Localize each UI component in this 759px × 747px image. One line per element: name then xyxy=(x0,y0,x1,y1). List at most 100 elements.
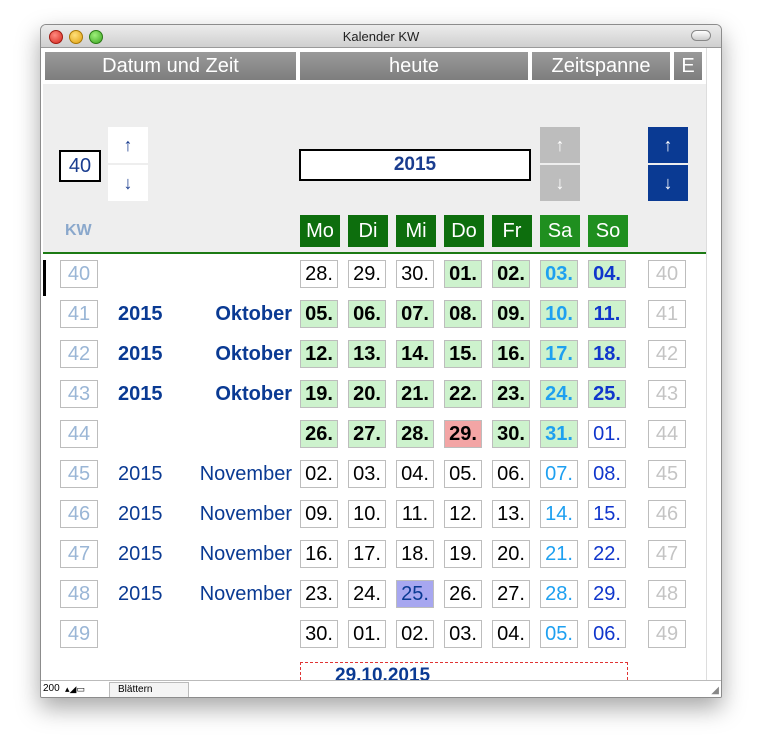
day-cell[interactable]: 12. xyxy=(300,340,338,368)
kw-input[interactable]: 40 xyxy=(59,150,101,182)
day-cell[interactable]: 14. xyxy=(396,340,434,368)
day-cell[interactable]: 23. xyxy=(492,380,530,408)
day-cell[interactable]: 29. xyxy=(588,580,626,608)
day-cell[interactable]: 02. xyxy=(396,620,434,648)
day-cell[interactable]: 29. xyxy=(444,420,482,448)
day-cell[interactable]: 07. xyxy=(540,460,578,488)
day-cell[interactable]: 03. xyxy=(348,460,386,488)
day-cell[interactable]: 22. xyxy=(444,380,482,408)
day-cell[interactable]: 28. xyxy=(540,580,578,608)
toolbar-toggle-button[interactable] xyxy=(691,30,711,41)
day-cell[interactable]: 06. xyxy=(348,300,386,328)
tab-heute[interactable]: heute xyxy=(300,52,528,80)
kw-number-left[interactable]: 49 xyxy=(60,620,98,648)
day-cell[interactable]: 14. xyxy=(540,500,578,528)
day-cell[interactable]: 25. xyxy=(396,580,434,608)
day-cell[interactable]: 07. xyxy=(396,300,434,328)
kw-up-button[interactable]: ↑ xyxy=(108,127,148,163)
tab-e[interactable]: E xyxy=(674,52,702,80)
day-cell[interactable]: 05. xyxy=(300,300,338,328)
resize-grip-icon[interactable]: ◢ xyxy=(711,685,719,696)
kw-number-left[interactable]: 43 xyxy=(60,380,98,408)
day-cell[interactable]: 21. xyxy=(540,540,578,568)
kw-number-left[interactable]: 46 xyxy=(60,500,98,528)
zoom-level[interactable]: 200 xyxy=(43,683,60,694)
day-cell[interactable]: 18. xyxy=(396,540,434,568)
day-cell[interactable]: 13. xyxy=(492,500,530,528)
kw-number-left[interactable]: 44 xyxy=(60,420,98,448)
day-cell[interactable]: 04. xyxy=(396,460,434,488)
view-mode-icons[interactable]: ▴◢▭ xyxy=(65,684,85,695)
kw-number-right[interactable]: 47 xyxy=(648,540,686,568)
kw-down-button[interactable]: ↓ xyxy=(108,165,148,201)
day-cell[interactable]: 16. xyxy=(300,540,338,568)
kw-number-left[interactable]: 47 xyxy=(60,540,98,568)
day-cell[interactable]: 23. xyxy=(300,580,338,608)
day-cell[interactable]: 01. xyxy=(588,420,626,448)
kw-number-right[interactable]: 44 xyxy=(648,420,686,448)
day-cell[interactable]: 01. xyxy=(444,260,482,288)
day-cell[interactable]: 25. xyxy=(588,380,626,408)
day-cell[interactable]: 27. xyxy=(348,420,386,448)
day-cell[interactable]: 05. xyxy=(444,460,482,488)
day-cell[interactable]: 28. xyxy=(396,420,434,448)
day-cell[interactable]: 30. xyxy=(492,420,530,448)
day-cell[interactable]: 30. xyxy=(300,620,338,648)
day-cell[interactable]: 10. xyxy=(348,500,386,528)
day-cell[interactable]: 22. xyxy=(588,540,626,568)
day-cell[interactable]: 24. xyxy=(348,580,386,608)
day-cell[interactable]: 03. xyxy=(540,260,578,288)
kw-number-right[interactable]: 40 xyxy=(648,260,686,288)
day-cell[interactable]: 19. xyxy=(444,540,482,568)
day-cell[interactable]: 26. xyxy=(444,580,482,608)
kw-number-left[interactable]: 45 xyxy=(60,460,98,488)
kw-number-right[interactable]: 41 xyxy=(648,300,686,328)
month-up-button[interactable]: ↑ xyxy=(540,127,580,163)
day-cell[interactable]: 20. xyxy=(348,380,386,408)
tab-datum-und-zeit[interactable]: Datum und Zeit xyxy=(45,52,296,80)
day-cell[interactable]: 09. xyxy=(492,300,530,328)
day-cell[interactable]: 02. xyxy=(300,460,338,488)
day-cell[interactable]: 31. xyxy=(540,420,578,448)
day-cell[interactable]: 29. xyxy=(348,260,386,288)
day-cell[interactable]: 01. xyxy=(348,620,386,648)
day-cell[interactable]: 10. xyxy=(540,300,578,328)
day-cell[interactable]: 15. xyxy=(588,500,626,528)
day-cell[interactable]: 02. xyxy=(492,260,530,288)
day-cell[interactable]: 04. xyxy=(492,620,530,648)
day-cell[interactable]: 17. xyxy=(348,540,386,568)
day-cell[interactable]: 06. xyxy=(588,620,626,648)
day-cell[interactable]: 13. xyxy=(348,340,386,368)
day-cell[interactable]: 16. xyxy=(492,340,530,368)
day-cell[interactable]: 21. xyxy=(396,380,434,408)
kw-number-left[interactable]: 48 xyxy=(60,580,98,608)
kw-number-right[interactable]: 42 xyxy=(648,340,686,368)
day-cell[interactable]: 19. xyxy=(300,380,338,408)
tab-zeitspanne[interactable]: Zeitspanne xyxy=(532,52,670,80)
day-cell[interactable]: 20. xyxy=(492,540,530,568)
day-cell[interactable]: 11. xyxy=(588,300,626,328)
kw-number-right[interactable]: 48 xyxy=(648,580,686,608)
day-cell[interactable]: 05. xyxy=(540,620,578,648)
day-cell[interactable]: 08. xyxy=(444,300,482,328)
day-cell[interactable]: 06. xyxy=(492,460,530,488)
day-cell[interactable]: 18. xyxy=(588,340,626,368)
day-cell[interactable]: 08. xyxy=(588,460,626,488)
day-cell[interactable]: 27. xyxy=(492,580,530,608)
day-cell[interactable]: 03. xyxy=(444,620,482,648)
day-cell[interactable]: 28. xyxy=(300,260,338,288)
year-field[interactable]: 2015 xyxy=(299,149,531,181)
day-cell[interactable]: 24. xyxy=(540,380,578,408)
mode-selector[interactable]: Blättern xyxy=(109,682,189,697)
day-cell[interactable]: 26. xyxy=(300,420,338,448)
kw-number-right[interactable]: 43 xyxy=(648,380,686,408)
kw-number-right[interactable]: 46 xyxy=(648,500,686,528)
day-cell[interactable]: 15. xyxy=(444,340,482,368)
year-down-button[interactable]: ↓ xyxy=(648,165,688,201)
kw-number-left[interactable]: 41 xyxy=(60,300,98,328)
kw-number-left[interactable]: 42 xyxy=(60,340,98,368)
day-cell[interactable]: 09. xyxy=(300,500,338,528)
kw-number-left[interactable]: 40 xyxy=(60,260,98,288)
day-cell[interactable]: 12. xyxy=(444,500,482,528)
day-cell[interactable]: 04. xyxy=(588,260,626,288)
